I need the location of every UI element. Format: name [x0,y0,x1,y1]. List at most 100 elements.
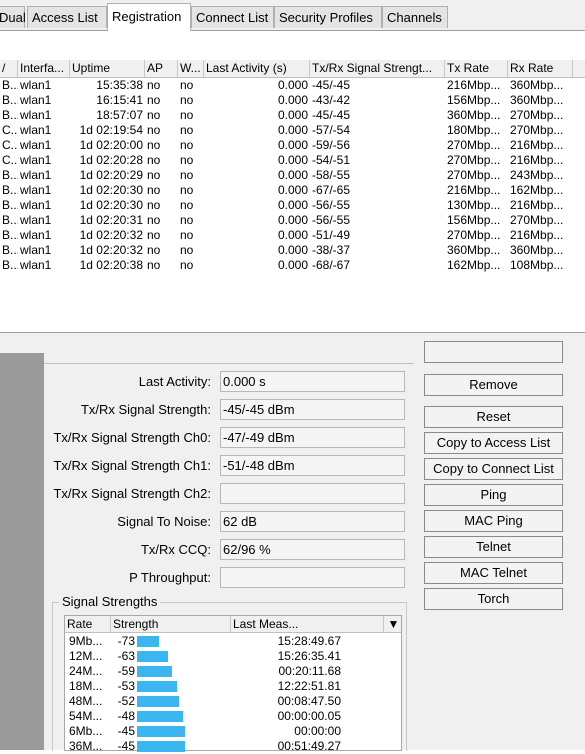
field-value[interactable]: 0.000 s [220,371,405,392]
tab-channels[interactable]: Channels [382,6,448,28]
column-header-uptime[interactable]: Uptime [70,60,145,77]
cell-iface: wlan1 [20,93,52,107]
cell-rx: 270Mbp... [510,108,564,122]
signal-strength-row[interactable]: 12M... -63 15:26:35.41 [65,649,401,664]
cell-last-measured: 00:08:47.50 [277,694,341,708]
field-value[interactable] [220,567,405,588]
cell-last: 0.000 [277,93,308,107]
cell-rx: 360Mbp... [510,93,564,107]
cell-tx: 130Mbp... [447,198,501,212]
cell-signal: -68/-67 [312,258,351,272]
column-header-tx-rate[interactable]: Tx Rate [445,60,508,77]
cell-ap: no [147,228,161,242]
field-value[interactable] [220,483,405,504]
cell-rate: 54M... [69,709,103,723]
field-value[interactable]: -45/-45 dBm [220,399,405,420]
cell-last: 0.000 [277,153,308,167]
column-header-ap[interactable]: AP [145,60,178,77]
column-header-rx-rate[interactable]: Rx Rate [508,60,573,77]
tab-security-profiles[interactable]: Security Profiles [274,6,382,28]
cell-uptime: 1d 02:20:00 [79,138,143,152]
cell-rate: 36M... [69,739,103,753]
cell-last: 0.000 [277,108,308,122]
signal-strength-row[interactable]: 24M... -59 00:20:11.68 [65,664,401,679]
table-row[interactable]: B...wlan1 1d 02:20:30 no no 0.000 -67/-65 216M… [0,183,585,198]
signal-strength-row[interactable]: 9Mb... -73 15:28:49.67 [65,634,401,649]
strength-bar [137,711,183,722]
cell-mac: B... [2,93,18,107]
signal-strength-row[interactable]: 6Mb... -45 00:00:00 [65,724,401,739]
cell-iface: wlan1 [20,153,52,167]
field-value[interactable]: -47/-49 dBm [220,427,405,448]
mac-ping-button[interactable]: MAC Ping [424,510,563,532]
cell-signal: -54/-51 [312,153,351,167]
ping-button[interactable]: Ping [424,484,563,506]
cell-last-measured: 15:28:49.67 [277,634,341,648]
table-row[interactable]: C...wlan1 1d 02:19:54 no no 0.000 -57/-54 180M… [0,123,585,138]
field-value[interactable]: -51/-48 dBm [220,455,405,476]
cell-strength: -59 [117,664,135,678]
cell-w: no [180,198,194,212]
telnet-button[interactable]: Telnet [424,536,563,558]
table-row[interactable]: C...wlan1 1d 02:20:00 no no 0.000 -59/-56 270M… [0,138,585,153]
cell-strength: -48 [117,709,135,723]
column-header-wds[interactable]: W... [178,60,204,77]
table-row[interactable]: B...wlan1 1d 02:20:32 no no 0.000 -38/-37 360M… [0,243,585,258]
cell-last-measured: 15:26:35.41 [277,649,341,663]
column-header-interface[interactable]: Interfa... [18,60,70,77]
signal-strengths-title: Signal Strengths [59,594,161,609]
field-label: Tx/Rx Signal Strength Ch2: [53,486,211,501]
table-row[interactable]: B...wlan1 15:35:38 no no 0.000 -45/-45 216Mbp.… [0,78,585,93]
reset-button[interactable]: Reset [424,406,563,428]
table-row[interactable]: B...wlan1 1d 02:20:29 no no 0.000 -58/-55 270M… [0,168,585,183]
column-header-rate[interactable]: Rate [65,616,111,632]
ok-button[interactable] [424,341,563,363]
cell-mac: C... [2,153,18,167]
table-row[interactable]: B...wlan1 1d 02:20:38 no no 0.000 -68/-67 162M… [0,258,585,273]
cell-last: 0.000 [277,243,308,257]
cell-last-measured: 00:51:49.27 [277,739,341,753]
cell-iface: wlan1 [20,213,52,227]
field-value[interactable]: 62 dB [220,511,405,532]
mac-telnet-button[interactable]: MAC Telnet [424,562,563,584]
remove-button[interactable]: Remove [424,374,563,396]
cell-iface: wlan1 [20,183,52,197]
column-header-last-measured[interactable]: Last Meas... [231,616,384,632]
cell-mac: C... [2,123,18,137]
column-header-mac[interactable]: / [0,60,18,77]
table-row[interactable]: B...wlan1 1d 02:20:31 no no 0.000 -56/-55 156M… [0,213,585,228]
cell-signal: -45/-45 [312,78,351,92]
copy-to-access-list-button[interactable]: Copy to Access List [424,432,563,454]
copy-to-connect-list-button[interactable]: Copy to Connect List [424,458,563,480]
signal-strength-row[interactable]: 36M... -45 00:51:49.27 [65,739,401,754]
column-header-last-activity[interactable]: Last Activity (s) [204,60,310,77]
detail-window-backdrop: Last Activity: 0.000 s Tx/Rx Signal Streng… [0,341,585,753]
cell-strength: -73 [117,634,135,648]
cell-signal: -56/-55 [312,198,351,212]
column-header-signal-strength[interactable]: Tx/Rx Signal Strengt... [310,60,445,77]
tab-dual[interactable]: Dual [0,6,26,28]
torch-button[interactable]: Torch [424,588,563,610]
tab-access-list[interactable]: Access List [27,6,107,28]
signal-strength-row[interactable]: 18M... -53 12:22:51.81 [65,679,401,694]
field-label: Tx/Rx Signal Strength Ch0: [53,430,211,445]
field-value[interactable]: 62/96 % [220,539,405,560]
table-row[interactable]: B...wlan1 1d 02:20:32 no no 0.000 -51/-49 270M… [0,228,585,243]
table-row[interactable]: B...wlan1 18:57:07 no no 0.000 -45/-45 360Mbp.… [0,108,585,123]
table-row[interactable]: B...wlan1 16:15:41 no no 0.000 -43/-42 156Mbp.… [0,93,585,108]
cell-uptime: 1d 02:20:28 [79,153,143,167]
tab-connect-list[interactable]: Connect List [191,6,274,28]
cell-ap: no [147,78,161,92]
cell-rx: 162Mbp... [510,183,564,197]
signal-strength-row[interactable]: 54M... -48 00:00:00.05 [65,709,401,724]
cell-signal: -43/-42 [312,93,351,107]
cell-strength: -63 [117,649,135,663]
column-menu-dropdown-icon[interactable]: ▼ [384,616,401,632]
cell-uptime: 1d 02:20:30 [79,183,143,197]
tab-registration[interactable]: Registration [107,3,191,31]
table-row[interactable]: C...wlan1 1d 02:20:28 no no 0.000 -54/-51 270M… [0,153,585,168]
signal-strength-row[interactable]: 48M... -52 00:08:47.50 [65,694,401,709]
cell-w: no [180,213,194,227]
column-header-strength[interactable]: Strength [111,616,231,632]
table-row[interactable]: B...wlan1 1d 02:20:30 no no 0.000 -56/-55 130M… [0,198,585,213]
